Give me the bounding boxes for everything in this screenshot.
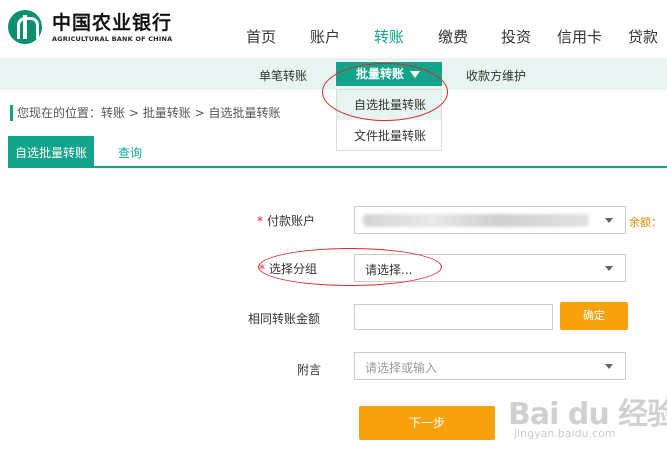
breadcrumb-separator: >: [194, 106, 205, 120]
note-label: 附言: [297, 363, 322, 377]
subnav-payee-maintenance[interactable]: 收款方维护: [466, 67, 526, 84]
confirm-button[interactable]: 确定: [560, 302, 628, 330]
nav-account[interactable]: 账户: [310, 26, 340, 47]
balance-label: 余额：: [629, 216, 662, 229]
dropdown-arrow-icon: [605, 364, 613, 369]
header: 中国农业银行 AGRICULTURAL BANK OF CHINA 首页 账户 …: [0, 0, 667, 58]
redacted-account-number: [363, 214, 589, 227]
required-mark: *: [259, 262, 265, 276]
nav-investment[interactable]: 投资: [501, 26, 531, 47]
subnav-batch-transfer[interactable]: 批量转账: [336, 62, 442, 86]
breadcrumb-current: 自选批量转账: [208, 106, 281, 120]
watermark-url: jingyan.baidu.com: [514, 427, 616, 440]
note-placeholder: 请选择或输入: [365, 361, 438, 375]
abc-emblem-icon: [8, 10, 42, 44]
breadcrumb: 您现在的位置：转账 > 批量转账 > 自选批量转账: [10, 105, 281, 121]
group-select[interactable]: 请选择...: [354, 254, 626, 282]
payer-account-label: * 付款账户: [257, 212, 315, 229]
group-label: * 选择分组: [259, 260, 317, 277]
breadcrumb-prefix: 您现在的位置：: [17, 106, 102, 120]
bank-name-cn: 中国农业银行: [52, 12, 173, 34]
subnav-single-transfer[interactable]: 单笔转账: [259, 67, 307, 84]
dropdown-file-batch[interactable]: 文件批量转账: [337, 121, 441, 151]
breadcrumb-separator: >: [128, 106, 139, 120]
dropdown-arrow-icon: [605, 266, 613, 271]
breadcrumb-batch[interactable]: 批量转账: [143, 106, 191, 120]
payer-account-label-text: 付款账户: [267, 214, 316, 228]
required-mark: *: [257, 214, 263, 228]
tab-custom-batch[interactable]: 自选批量转账: [8, 136, 94, 168]
sub-nav: 单笔转账 批量转账 收款方维护: [0, 58, 667, 90]
tab-query[interactable]: 查询: [118, 136, 142, 168]
dropdown-custom-batch[interactable]: 自选批量转账: [337, 90, 441, 120]
nav-home[interactable]: 首页: [246, 26, 276, 47]
next-step-button[interactable]: 下一步: [359, 406, 495, 440]
amount-input[interactable]: [354, 304, 553, 330]
payer-account-select[interactable]: [354, 206, 626, 234]
nav-loan[interactable]: 贷款: [628, 26, 658, 47]
baidu-jingyan-watermark: Bai du 经验 jingyan.baidu.com: [508, 385, 667, 445]
nav-credit-card[interactable]: 信用卡: [557, 26, 602, 47]
batch-transfer-dropdown: 自选批量转账 文件批量转账: [336, 89, 442, 151]
nav-transfer[interactable]: 转账: [374, 26, 404, 47]
group-select-value: 请选择...: [365, 263, 413, 277]
breadcrumb-transfer[interactable]: 转账: [101, 106, 125, 120]
amount-label: 相同转账金额: [248, 312, 321, 326]
caret-down-icon: [410, 71, 420, 78]
nav-payment[interactable]: 缴费: [438, 26, 468, 47]
subnav-batch-label: 批量转账: [356, 67, 405, 81]
note-select[interactable]: 请选择或输入: [354, 352, 626, 380]
watermark-main: Bai du 经验: [508, 397, 667, 432]
dropdown-arrow-icon: [605, 218, 613, 223]
bank-logo[interactable]: 中国农业银行 AGRICULTURAL BANK OF CHINA: [8, 8, 188, 52]
group-label-text: 选择分组: [269, 262, 318, 276]
bank-name-en: AGRICULTURAL BANK OF CHINA: [52, 35, 173, 43]
